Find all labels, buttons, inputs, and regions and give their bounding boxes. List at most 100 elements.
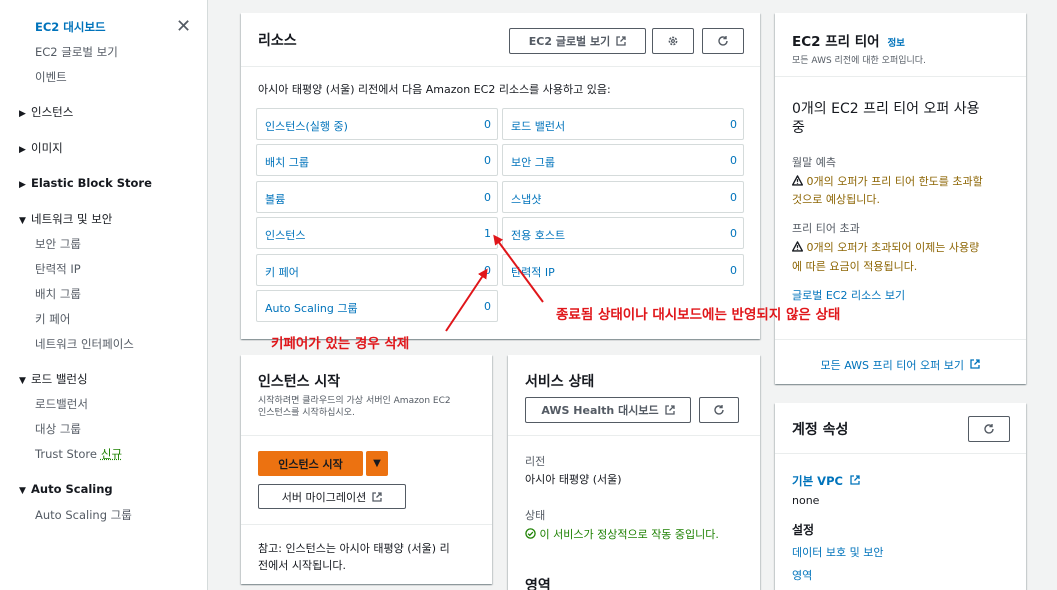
status-text: 이 서비스가 정상적으로 작동 중입니다. (539, 528, 719, 541)
resource-placement-groups[interactable]: 배치 그룹 0 (256, 144, 498, 176)
trust-store-label: Trust Store (35, 447, 97, 461)
sidebar-section-auto-scaling[interactable]: ▼ Auto Scaling (19, 482, 113, 496)
resource-name: 인스턴스 (265, 229, 306, 242)
sidebar-item-security-groups[interactable]: 보안 그룹 (35, 236, 81, 252)
sidebar-item-placement-groups[interactable]: 배치 그룹 (35, 286, 81, 302)
divider (508, 435, 760, 436)
resource-load-balancers[interactable]: 로드 밸런서 0 (502, 108, 744, 140)
resource-count: 0 (730, 191, 737, 204)
resource-security-groups[interactable]: 보안 그룹 0 (502, 144, 744, 176)
refresh-icon (984, 424, 994, 434)
region-label: 리전 (525, 455, 546, 468)
sidebar-section-ebs[interactable]: ▶ Elastic Block Store (19, 176, 152, 190)
caret-down-icon: ▼ (373, 458, 381, 469)
service-refresh-button[interactable] (699, 397, 739, 423)
sidebar-section-instances[interactable]: ▶ 인스턴스 (19, 104, 73, 120)
annotation-keypair-note: 키페어가 있는 경우 삭제 (271, 336, 410, 352)
resource-instances[interactable]: 인스턴스 1 (256, 217, 498, 249)
external-link-icon (616, 36, 626, 46)
free-tier-title: EC2 프리 티어 (792, 34, 880, 50)
resource-elastic-ips[interactable]: 탄력적 IP 0 (502, 254, 744, 286)
sidebar-item-ec2-dashboard[interactable]: EC2 대시보드 (35, 19, 106, 35)
caret-down-icon: ▼ (19, 216, 26, 226)
launch-note-line1: 참고: 인스턴스는 아시아 태평양 (서울) 리 (258, 542, 450, 555)
sidebar-item-auto-scaling-groups[interactable]: Auto Scaling 그룹 (35, 507, 132, 523)
section-label: Elastic Block Store (31, 176, 152, 190)
resource-key-pairs[interactable]: 키 페어 0 (256, 254, 498, 286)
default-vpc-link[interactable]: 기본 VPC (792, 473, 860, 489)
check-circle-icon (525, 528, 536, 539)
button-label: 인스턴스 시작 (278, 457, 343, 471)
refresh-button[interactable] (702, 28, 744, 54)
resource-name: 로드 밸런서 (511, 120, 566, 133)
data-protection-link[interactable]: 데이터 보호 및 보안 (792, 544, 883, 560)
service-title: 서비스 상태 (525, 374, 595, 390)
resource-count: 0 (730, 154, 737, 167)
section-label: 이미지 (31, 141, 63, 155)
status-value: 이 서비스가 정상적으로 작동 중입니다. (525, 526, 719, 542)
section-label: 인스턴스 (31, 105, 74, 119)
sidebar-item-trust-store[interactable]: Trust Store 신규 (35, 446, 122, 462)
forecast-label: 월말 예측 (792, 156, 836, 169)
exceeded-label: 프리 티어 초과 (792, 222, 860, 235)
server-migration-button[interactable]: 서버 마이그레이션 (258, 484, 406, 509)
sidebar-item-events[interactable]: 이벤트 (35, 69, 67, 85)
resource-name: 볼륨 (265, 193, 286, 206)
external-link-icon (970, 359, 981, 369)
resource-auto-scaling-groups[interactable]: Auto Scaling 그룹 0 (256, 290, 498, 322)
ec2-global-view-button[interactable]: EC2 글로벌 보기 (509, 28, 646, 54)
external-link-icon (372, 491, 382, 502)
new-badge: 신규 (100, 447, 123, 461)
caret-right-icon: ▶ (19, 109, 26, 119)
resource-name: 키 페어 (265, 266, 299, 279)
free-tier-header: EC2 프리 티어 정보 (792, 30, 905, 50)
resource-dedicated-hosts[interactable]: 전용 호스트 0 (502, 217, 744, 249)
gear-icon (668, 36, 678, 46)
sidebar-item-key-pairs[interactable]: 키 페어 (35, 311, 70, 327)
resources-title: 리소스 (258, 33, 297, 49)
sidebar-item-elastic-ip[interactable]: 탄력적 IP (35, 261, 81, 277)
resource-name: 스냅샷 (511, 193, 542, 206)
global-resources-link[interactable]: 글로벌 EC2 리소스 보기 (792, 287, 905, 303)
resources-description: 아시아 태평양 (서울) 리전에서 다음 Amazon EC2 리소스를 사용하… (258, 83, 611, 96)
resource-name: 보안 그룹 (511, 156, 555, 169)
free-tier-heading-line1: 0개의 EC2 프리 티어 오퍼 사용 (792, 101, 980, 117)
resource-snapshots[interactable]: 스냅샷 0 (502, 181, 744, 213)
refresh-icon (718, 36, 728, 46)
resource-instances-running[interactable]: 인스턴스(실행 중) 0 (256, 108, 498, 140)
button-label: AWS Health 대시보드 (541, 404, 659, 417)
sidebar-section-images[interactable]: ▶ 이미지 (19, 140, 63, 156)
info-link[interactable]: 정보 (887, 38, 904, 49)
launch-note-line2: 전에서 시작됩니다. (258, 559, 346, 572)
resource-count: 1 (484, 227, 491, 240)
resource-volumes[interactable]: 볼륨 0 (256, 181, 498, 213)
sidebar-item-target-groups[interactable]: 대상 그룹 (35, 421, 81, 437)
sidebar-section-load-balancing[interactable]: ▼ 로드 밸런싱 (19, 371, 88, 387)
settings-label: 설정 (792, 523, 815, 537)
default-vpc-value: none (792, 494, 820, 507)
zone-label: 영역 (525, 578, 551, 590)
account-refresh-button[interactable] (968, 416, 1010, 442)
sidebar-item-network-interfaces[interactable]: 네트워크 인터페이스 (35, 336, 134, 352)
resource-count: 0 (730, 227, 737, 240)
caret-down-icon: ▼ (19, 376, 26, 386)
forecast-warning: 0개의 오퍼가 프리 티어 한도를 초과할 (791, 173, 983, 189)
section-label: 로드 밸런싱 (31, 372, 88, 386)
aws-health-dashboard-button[interactable]: AWS Health 대시보드 (525, 397, 691, 423)
resource-count: 0 (484, 191, 491, 204)
launch-dropdown-button[interactable]: ▼ (366, 451, 388, 476)
zone-link[interactable]: 영역 (792, 567, 812, 583)
resource-count: 0 (484, 118, 491, 131)
status-label: 상태 (525, 509, 546, 522)
service-health-panel: 서비스 상태 AWS Health 대시보드 리전 아시아 태평양 (서울) 상… (508, 355, 760, 590)
sidebar-section-network-security[interactable]: ▼ 네트워크 및 보안 (19, 211, 112, 227)
launch-instance-button[interactable]: 인스턴스 시작 (258, 451, 363, 476)
all-free-tier-offers-link[interactable]: 모든 AWS 프리 티어 오퍼 보기 (775, 357, 1026, 373)
resource-name: 탄력적 IP (511, 266, 555, 279)
sidebar-item-load-balancers[interactable]: 로드밸런서 (35, 396, 88, 412)
account-attributes-panel: 계정 속성 기본 VPC none 설정 데이터 보호 및 보안 영역 (775, 403, 1026, 590)
close-icon[interactable]: ✕ (176, 16, 191, 37)
settings-button[interactable] (652, 28, 694, 54)
forecast-line2: 것으로 예상됩니다. (792, 193, 880, 206)
sidebar-item-ec2-global-view[interactable]: EC2 글로벌 보기 (35, 44, 118, 60)
